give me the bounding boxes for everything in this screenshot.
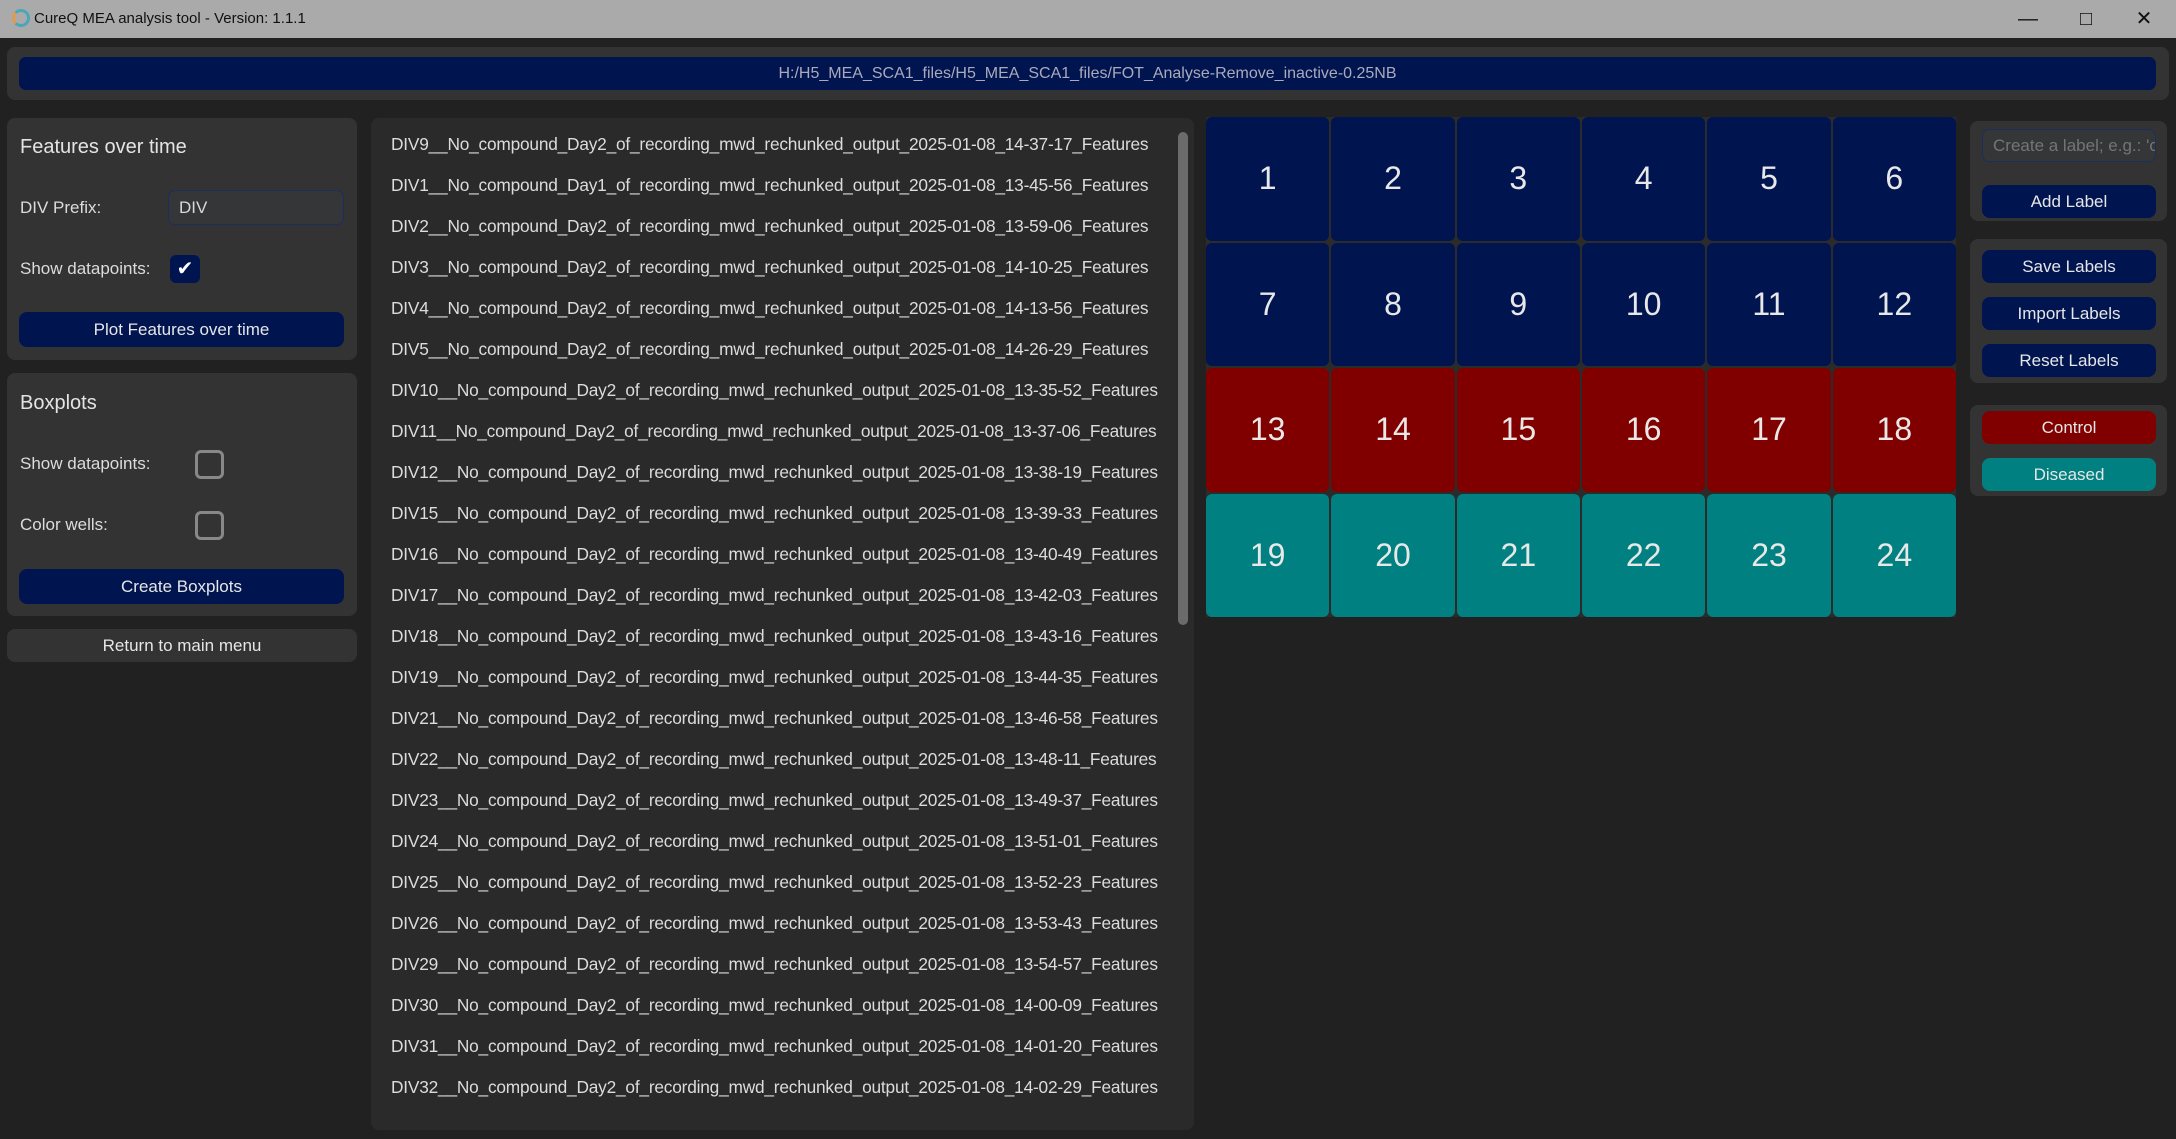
file-list-item[interactable]: DIV16__No_compound_Day2_of_recording_mwd… — [391, 544, 1158, 565]
file-list-item[interactable]: DIV10__No_compound_Day2_of_recording_mwd… — [391, 380, 1158, 401]
well-11[interactable]: 11 — [1707, 242, 1831, 366]
path-panel: H:/H5_MEA_SCA1_files/H5_MEA_SCA1_files/F… — [7, 47, 2169, 100]
show-datapoints-label: Show datapoints: — [20, 259, 151, 278]
boxplots-panel: Boxplots Show datapoints: Color wells: C… — [7, 373, 357, 616]
file-list-item[interactable]: DIV24__No_compound_Day2_of_recording_mwd… — [391, 831, 1158, 852]
well-17[interactable]: 17 — [1707, 368, 1831, 492]
file-list-item[interactable]: DIV26__No_compound_Day2_of_recording_mwd… — [391, 913, 1158, 934]
file-list-item[interactable]: DIV31__No_compound_Day2_of_recording_mwd… — [391, 1036, 1158, 1057]
label-control-button[interactable]: Control — [1982, 411, 2156, 444]
maximize-icon[interactable]: □ — [2066, 6, 2106, 32]
well-19[interactable]: 19 — [1206, 493, 1330, 617]
well-22[interactable]: 22 — [1582, 493, 1706, 617]
add-label-panel: Add Label — [1970, 121, 2167, 221]
file-list-item[interactable]: DIV2__No_compound_Day2_of_recording_mwd_… — [391, 216, 1149, 237]
well-14[interactable]: 14 — [1331, 368, 1455, 492]
well-2[interactable]: 2 — [1331, 117, 1455, 241]
div-prefix-input[interactable]: DIV — [168, 190, 344, 225]
well-16[interactable]: 16 — [1582, 368, 1706, 492]
features-over-time-panel: Features over time DIV Prefix: DIV Show … — [7, 118, 357, 360]
well-1[interactable]: 1 — [1206, 117, 1330, 241]
file-list-item[interactable]: DIV22__No_compound_Day2_of_recording_mwd… — [391, 749, 1157, 770]
file-list-item[interactable]: DIV15__No_compound_Day2_of_recording_mwd… — [391, 503, 1158, 524]
well-4[interactable]: 4 — [1582, 117, 1706, 241]
file-list-item[interactable]: DIV5__No_compound_Day2_of_recording_mwd_… — [391, 339, 1149, 360]
well-20[interactable]: 20 — [1331, 493, 1455, 617]
app-logo-icon — [12, 9, 30, 27]
file-list-item[interactable]: DIV11__No_compound_Day2_of_recording_mwd… — [391, 421, 1157, 442]
label-actions-panel: Save Labels Import Labels Reset Labels — [1970, 239, 2167, 383]
save-labels-button[interactable]: Save Labels — [1982, 250, 2156, 283]
well-5[interactable]: 5 — [1707, 117, 1831, 241]
file-list-item[interactable]: DIV30__No_compound_Day2_of_recording_mwd… — [391, 995, 1158, 1016]
show-datapoints-label: Show datapoints: — [20, 454, 151, 473]
well-24[interactable]: 24 — [1832, 493, 1956, 617]
file-list-item[interactable]: DIV17__No_compound_Day2_of_recording_mwd… — [391, 585, 1158, 606]
file-list-item[interactable]: DIV1__No_compound_Day1_of_recording_mwd_… — [391, 175, 1149, 196]
file-list-item[interactable]: DIV9__No_compound_Day2_of_recording_mwd_… — [391, 134, 1149, 155]
well-13[interactable]: 13 — [1206, 368, 1330, 492]
section-title: Boxplots — [20, 392, 97, 414]
reset-labels-button[interactable]: Reset Labels — [1982, 344, 2156, 377]
well-15[interactable]: 15 — [1456, 368, 1580, 492]
label-name-input[interactable] — [1982, 129, 2156, 162]
well-8[interactable]: 8 — [1331, 242, 1455, 366]
minimize-icon[interactable]: — — [2008, 6, 2048, 32]
file-list-item[interactable]: DIV23__No_compound_Day2_of_recording_mwd… — [391, 790, 1158, 811]
well-10[interactable]: 10 — [1582, 242, 1706, 366]
color-wells-checkbox[interactable] — [195, 511, 224, 540]
file-list-item[interactable]: DIV3__No_compound_Day2_of_recording_mwd_… — [391, 257, 1149, 278]
well-12[interactable]: 12 — [1832, 242, 1956, 366]
file-list-item[interactable]: DIV18__No_compound_Day2_of_recording_mwd… — [391, 626, 1158, 647]
file-list-item[interactable]: DIV12__No_compound_Day2_of_recording_mwd… — [391, 462, 1158, 483]
plot-features-button[interactable]: Plot Features over time — [19, 312, 344, 347]
well-18[interactable]: 18 — [1832, 368, 1956, 492]
well-3[interactable]: 3 — [1456, 117, 1580, 241]
well-23[interactable]: 23 — [1707, 493, 1831, 617]
file-list-item[interactable]: DIV4__No_compound_Day2_of_recording_mwd_… — [391, 298, 1149, 319]
file-list-scrollbar[interactable] — [1178, 132, 1188, 625]
file-list-item[interactable]: DIV19__No_compound_Day2_of_recording_mwd… — [391, 667, 1158, 688]
file-list-item[interactable]: DIV25__No_compound_Day2_of_recording_mwd… — [391, 872, 1158, 893]
folder-path: H:/H5_MEA_SCA1_files/H5_MEA_SCA1_files/F… — [19, 57, 2156, 90]
file-list-item[interactable]: DIV32__No_compound_Day2_of_recording_mwd… — [391, 1077, 1158, 1098]
create-boxplots-button[interactable]: Create Boxplots — [19, 569, 344, 604]
import-labels-button[interactable]: Import Labels — [1982, 297, 2156, 330]
file-list-item[interactable]: DIV21__No_compound_Day2_of_recording_mwd… — [391, 708, 1158, 729]
close-icon[interactable]: ✕ — [2124, 6, 2164, 32]
show-datapoints-checkbox[interactable]: ✔ — [170, 255, 200, 283]
labels-list-panel: Control Diseased — [1970, 405, 2167, 496]
well-grid: 1 2 3 4 5 6 7 8 9 10 11 12 13 14 15 16 17 18 19 20 21 22 23 24 — [1206, 117, 1956, 617]
well-9[interactable]: 9 — [1456, 242, 1580, 366]
return-main-menu-button[interactable]: Return to main menu — [7, 629, 357, 662]
window-title: CureQ MEA analysis tool - Version: 1.1.1 — [34, 10, 306, 27]
file-list-item[interactable]: DIV29__No_compound_Day2_of_recording_mwd… — [391, 954, 1158, 975]
title-bar: CureQ MEA analysis tool - Version: 1.1.1… — [0, 0, 2176, 38]
well-7[interactable]: 7 — [1206, 242, 1330, 366]
section-title: Features over time — [20, 136, 187, 158]
well-6[interactable]: 6 — [1832, 117, 1956, 241]
file-list: DIV9__No_compound_Day2_of_recording_mwd_… — [371, 118, 1194, 1130]
div-prefix-label: DIV Prefix: — [20, 198, 102, 217]
well-21[interactable]: 21 — [1456, 493, 1580, 617]
boxplot-show-datapoints-checkbox[interactable] — [195, 450, 224, 479]
add-label-button[interactable]: Add Label — [1982, 185, 2156, 218]
color-wells-label: Color wells: — [20, 515, 108, 534]
label-diseased-button[interactable]: Diseased — [1982, 458, 2156, 491]
checkmark-icon: ✔ — [176, 258, 194, 280]
